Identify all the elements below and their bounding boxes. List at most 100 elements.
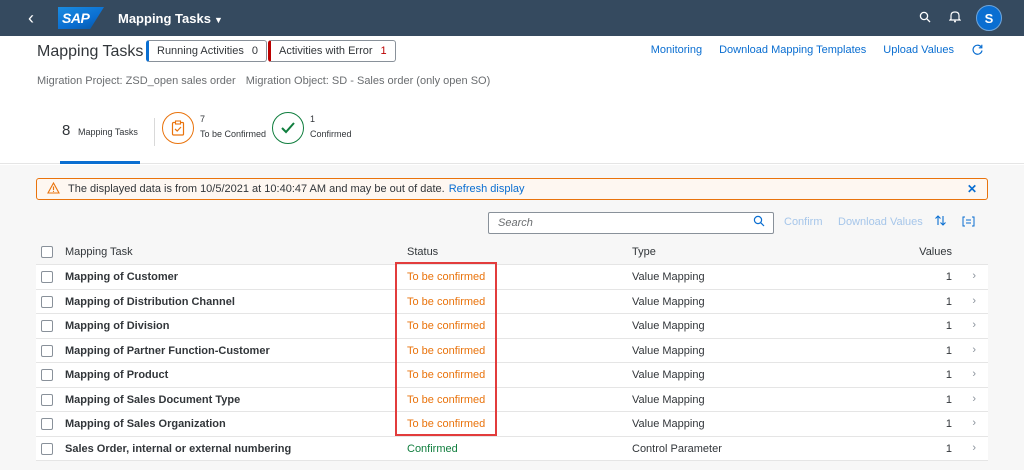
table-toolbar: Confirm Download Values [0, 212, 1024, 236]
row-checkbox[interactable] [41, 418, 53, 430]
search-icon[interactable] [910, 11, 940, 26]
select-all-checkbox[interactable] [41, 246, 53, 258]
row-values: 1 [945, 393, 952, 406]
table-row[interactable]: Sales Order, internal or external number… [36, 436, 988, 461]
table-row[interactable]: Mapping of Product To be confirmed Value… [36, 363, 988, 388]
notifications-bell-icon[interactable] [940, 10, 970, 26]
row-task: Mapping of Distribution Channel [65, 295, 235, 308]
chevron-right-icon[interactable]: › [972, 270, 976, 282]
table-row[interactable]: Mapping of Division To be confirmed Valu… [36, 314, 988, 339]
activities-with-error-label: Activities with Error [279, 45, 373, 57]
table-row[interactable]: Mapping of Distribution Channel To be co… [36, 289, 988, 314]
refresh-display-link[interactable]: Refresh display [449, 183, 525, 195]
row-task: Mapping of Customer [65, 271, 179, 283]
chevron-right-icon[interactable]: › [972, 442, 976, 454]
user-avatar[interactable]: S [976, 5, 1002, 31]
chevron-right-icon[interactable]: › [972, 368, 976, 380]
row-type: Value Mapping [632, 369, 705, 381]
row-status: To be confirmed [407, 369, 486, 381]
shell-bar: ‹ SAP Mapping Tasks ▼ S [0, 0, 1024, 36]
tab-to-be-confirmed[interactable]: 7 To be Confirmed [162, 112, 272, 164]
row-checkbox[interactable] [41, 344, 53, 357]
row-checkbox[interactable] [41, 271, 53, 283]
row-type: Control Parameter [632, 442, 722, 455]
column-header-task[interactable]: Mapping Task [65, 246, 133, 258]
row-checkbox[interactable] [41, 295, 53, 308]
all-count: 8 [62, 122, 71, 139]
confirmed-count: 1 [310, 114, 316, 124]
app-title-label: Mapping Tasks [118, 10, 211, 26]
row-task: Mapping of Sales Organization [65, 418, 226, 430]
table-row[interactable]: Mapping of Partner Function-Customer To … [36, 338, 988, 363]
caret-down-icon: ▼ [213, 14, 223, 25]
header-links: Monitoring Download Mapping Templates Up… [651, 44, 954, 56]
chevron-right-icon[interactable]: › [972, 344, 976, 356]
row-values: 1 [945, 271, 952, 283]
row-type: Value Mapping [632, 393, 705, 406]
row-status: To be confirmed [407, 271, 486, 283]
row-type: Value Mapping [632, 418, 705, 430]
row-checkbox[interactable] [41, 393, 53, 406]
row-values: 1 [945, 344, 952, 357]
chevron-right-icon[interactable]: › [972, 319, 976, 331]
row-values: 1 [945, 369, 952, 381]
row-status: To be confirmed [407, 418, 486, 430]
back-icon[interactable]: ‹ [28, 0, 48, 36]
tab-all-mapping-tasks[interactable]: 8 Mapping Tasks [60, 112, 140, 164]
row-type: Value Mapping [632, 295, 705, 308]
app-title-menu[interactable]: Mapping Tasks ▼ [118, 11, 223, 26]
clipboard-check-icon [162, 112, 194, 144]
row-task: Mapping of Partner Function-Customer [65, 344, 270, 357]
row-type: Value Mapping [632, 320, 705, 332]
running-activities-button[interactable]: Running Activities 0 [146, 40, 267, 62]
confirm-button[interactable]: Confirm [784, 216, 823, 228]
monitoring-link[interactable]: Monitoring [651, 44, 702, 56]
row-type: Value Mapping [632, 271, 705, 283]
table-row[interactable]: Mapping of Sales Document Type To be con… [36, 387, 988, 412]
column-header-status[interactable]: Status [407, 246, 438, 258]
row-checkbox[interactable] [41, 320, 53, 332]
warning-triangle-icon [47, 181, 60, 197]
search-field [488, 212, 774, 234]
column-header-type[interactable]: Type [632, 246, 656, 258]
tbc-label: To be Confirmed [200, 129, 267, 139]
chevron-right-icon[interactable]: › [972, 295, 976, 307]
mapping-tasks-table: Mapping Task Status Type Values Mapping … [36, 240, 988, 461]
close-icon[interactable]: ✕ [967, 182, 977, 196]
download-mapping-templates-link[interactable]: Download Mapping Templates [719, 44, 866, 56]
content-area: The displayed data is from 10/5/2021 at … [0, 165, 1024, 470]
download-values-button[interactable]: Download Values [838, 216, 923, 228]
table-row[interactable]: Mapping of Customer To be confirmed Valu… [36, 265, 988, 290]
row-values: 1 [945, 320, 952, 332]
row-status: To be confirmed [407, 393, 486, 406]
sort-icon[interactable] [934, 214, 947, 230]
activities-with-error-count: 1 [380, 45, 387, 57]
migration-info: Migration Project: ZSD_open sales order M… [37, 75, 490, 87]
table-row[interactable]: Mapping of Sales Organization To be conf… [36, 412, 988, 437]
row-task: Mapping of Sales Document Type [65, 393, 241, 406]
shell-actions: S [910, 0, 1002, 36]
upload-values-link[interactable]: Upload Values [883, 44, 954, 56]
chevron-right-icon[interactable]: › [972, 417, 976, 429]
row-values: 1 [945, 295, 952, 308]
page-title: Mapping Tasks [37, 43, 144, 60]
tab-confirmed[interactable]: 1 Confirmed [272, 112, 362, 164]
refresh-icon[interactable] [971, 43, 984, 59]
table-settings-icon[interactable] [962, 216, 975, 230]
row-checkbox[interactable] [41, 442, 53, 455]
checkmark-icon [272, 112, 304, 144]
migration-object: Migration Object: SD - Sales order (only… [245, 75, 491, 87]
chevron-right-icon[interactable]: › [972, 393, 976, 405]
warning-message-text: The displayed data is from 10/5/2021 at … [68, 183, 445, 195]
row-checkbox[interactable] [41, 369, 53, 381]
column-header-values[interactable]: Values [919, 246, 952, 258]
row-type: Value Mapping [632, 344, 705, 357]
search-icon[interactable] [753, 215, 765, 230]
row-task: Mapping of Product [65, 369, 169, 381]
activities-with-error-button[interactable]: Activities with Error 1 [268, 40, 396, 62]
row-values: 1 [945, 442, 952, 455]
warning-message-strip: The displayed data is from 10/5/2021 at … [36, 178, 988, 200]
row-status: To be confirmed [407, 295, 486, 308]
sap-logo[interactable]: SAP [58, 7, 104, 29]
search-input[interactable] [498, 213, 738, 233]
